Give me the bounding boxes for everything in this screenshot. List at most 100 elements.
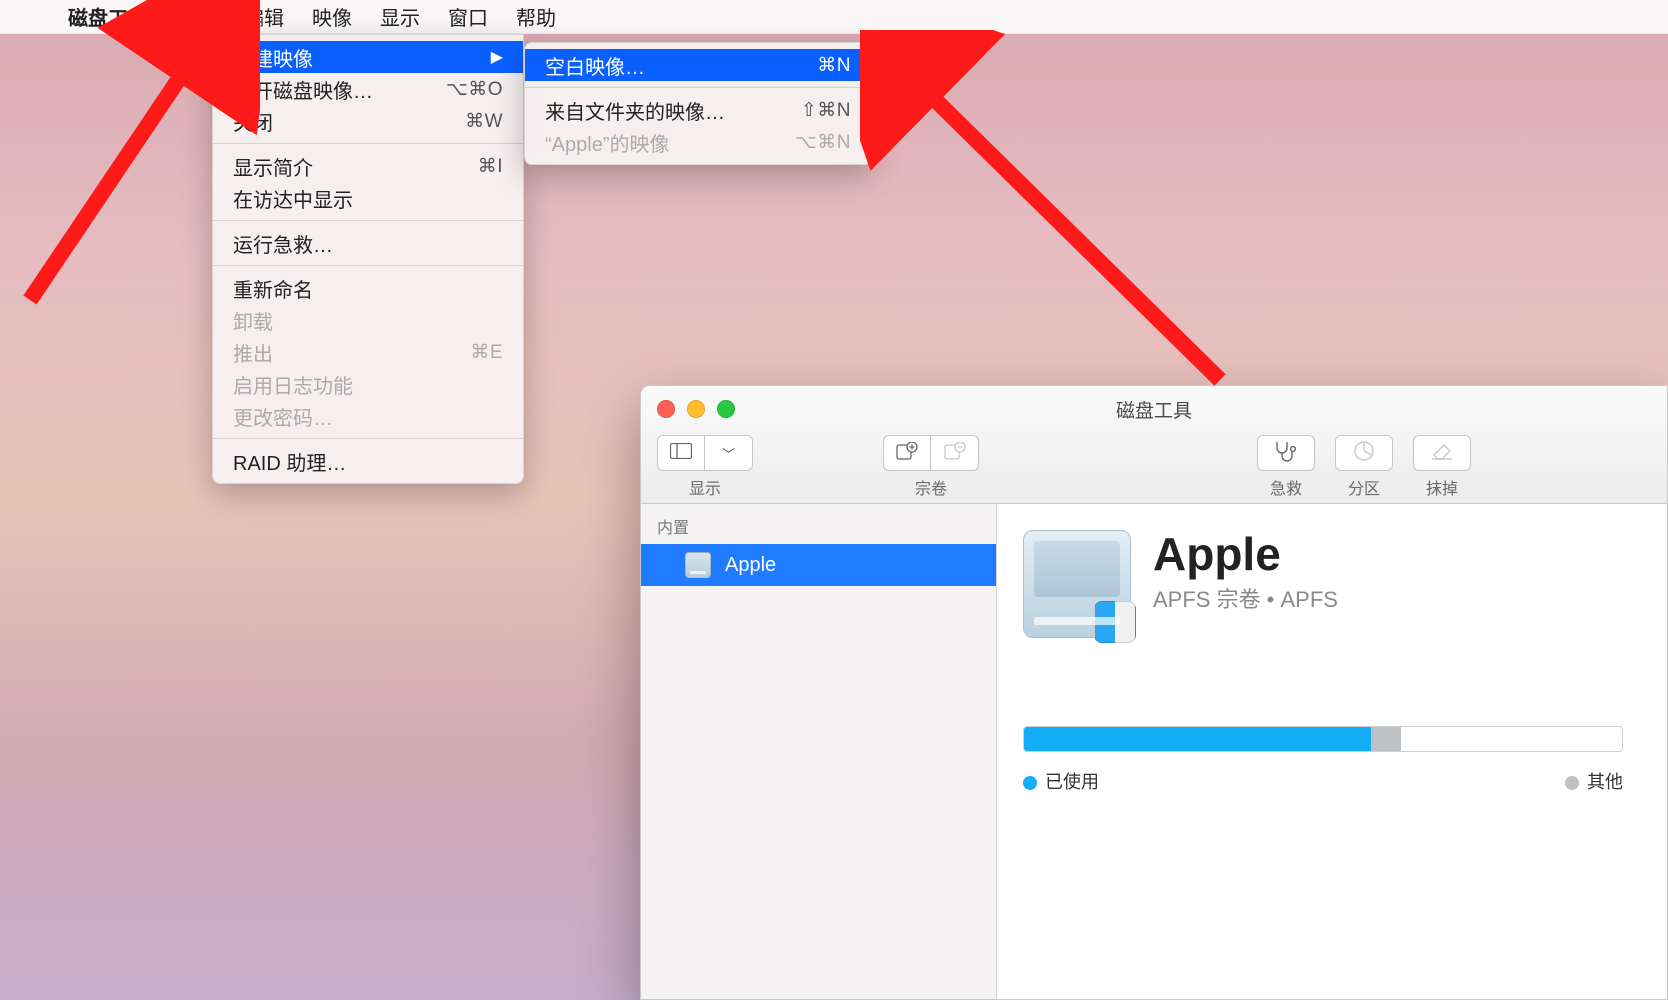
eraser-icon bbox=[1430, 441, 1454, 466]
toolbar-erase-button bbox=[1413, 435, 1471, 471]
menu-item-label: “Apple”的映像 bbox=[545, 128, 669, 157]
menu-item-enable-journaling: 启用日志功能 bbox=[213, 368, 523, 400]
chevron-down-icon: ﹀ bbox=[722, 444, 735, 463]
toolbar-label: 显示 bbox=[689, 475, 721, 499]
disk-utility-window: 磁盘工具 ﹀ 显示 bbox=[640, 385, 1668, 1000]
legend-label: 已使用 bbox=[1045, 772, 1099, 792]
window-toolbar: ﹀ 显示 bbox=[641, 427, 1667, 499]
submenu-item-image-from-apple: “Apple”的映像 ⌥⌘N bbox=[525, 126, 871, 158]
sidebar-item-apple[interactable]: Apple bbox=[641, 544, 996, 586]
window-titlebar: 磁盘工具 ﹀ 显示 bbox=[641, 386, 1667, 504]
usage-bar-used bbox=[1024, 727, 1371, 751]
usage-section: 已使用 其他 bbox=[1023, 726, 1623, 794]
menu-item-shortcut: ⇧⌘N bbox=[801, 99, 851, 122]
usage-bar-other bbox=[1371, 727, 1401, 751]
menu-separator bbox=[525, 87, 871, 88]
sidebar-item-label: Apple bbox=[725, 554, 776, 577]
menu-item-label: 空白映像… bbox=[545, 51, 645, 80]
menu-item-eject: 推出 ⌘E bbox=[213, 336, 523, 368]
menubar: 磁盘工具 文件 编辑 映像 显示 窗口 帮助 bbox=[0, 0, 1668, 34]
menu-item-shortcut: ⌥⌘N bbox=[795, 131, 851, 154]
finder-badge-icon bbox=[1094, 601, 1136, 643]
menu-item-shortcut: ⌘W bbox=[465, 110, 503, 133]
menu-item-shortcut: ⌘E bbox=[470, 341, 503, 364]
menu-item-label: 启用日志功能 bbox=[233, 370, 353, 399]
toolbar-label: 分区 bbox=[1348, 475, 1380, 499]
menu-item-shortcut: ⌘I bbox=[478, 155, 503, 178]
submenu-item-blank-image[interactable]: 空白映像… ⌘N bbox=[525, 49, 871, 81]
menu-item-show-in-finder[interactable]: 在访达中显示 bbox=[213, 182, 523, 214]
menu-separator bbox=[213, 220, 523, 221]
toolbar-group-partition: 分区 bbox=[1335, 435, 1393, 499]
menu-item-unmount: 卸载 bbox=[213, 304, 523, 336]
volume-add-icon bbox=[896, 442, 918, 465]
menu-item-label: 关闭 bbox=[233, 107, 273, 136]
legend-used: 已使用 bbox=[1023, 768, 1099, 794]
toolbar-view-dropdown[interactable]: ﹀ bbox=[705, 435, 753, 471]
menu-item-label: 显示简介 bbox=[233, 152, 313, 181]
volume-header: Apple APFS 宗卷 • APFS bbox=[1023, 530, 1667, 638]
main-pane: Apple APFS 宗卷 • APFS 已使用 其他 bbox=[997, 504, 1667, 999]
usage-bar bbox=[1023, 726, 1623, 752]
hard-disk-icon bbox=[685, 552, 711, 578]
menubar-item-help[interactable]: 帮助 bbox=[502, 0, 570, 33]
sidebar-section-header: 内置 bbox=[641, 504, 996, 544]
volume-name: Apple bbox=[1153, 530, 1338, 578]
toolbar-first-aid-button[interactable] bbox=[1257, 435, 1315, 471]
legend-other: 其他 bbox=[1565, 768, 1623, 794]
menu-item-label: 在访达中显示 bbox=[233, 184, 353, 213]
menu-item-close[interactable]: 关闭 ⌘W bbox=[213, 105, 523, 137]
menu-item-label: 打开磁盘映像… bbox=[233, 75, 373, 104]
menu-item-raid-assistant[interactable]: RAID 助理… bbox=[213, 445, 523, 477]
menu-item-shortcut: ⌘N bbox=[817, 54, 851, 77]
toolbar-group-view: ﹀ 显示 bbox=[657, 435, 753, 499]
toolbar-add-volume-button[interactable] bbox=[883, 435, 931, 471]
menu-item-label: 重新命名 bbox=[233, 274, 313, 303]
menu-item-label: 更改密码… bbox=[233, 402, 333, 431]
chevron-right-icon: ▶ bbox=[491, 47, 503, 67]
menubar-item-edit[interactable]: 编辑 bbox=[230, 0, 298, 33]
menu-separator bbox=[213, 143, 523, 144]
menu-item-label: 推出 bbox=[233, 338, 273, 367]
window-body: 内置 Apple Apple APFS 宗卷 • APFS bbox=[641, 504, 1667, 999]
usage-legend: 已使用 其他 bbox=[1023, 768, 1623, 794]
menubar-item-file[interactable]: 文件 bbox=[162, 0, 230, 33]
toolbar-label: 急救 bbox=[1270, 475, 1302, 499]
stethoscope-icon bbox=[1273, 440, 1299, 467]
menu-item-get-info[interactable]: 显示简介 ⌘I bbox=[213, 150, 523, 182]
menu-item-run-first-aid[interactable]: 运行急救… bbox=[213, 227, 523, 259]
sidebar-icon bbox=[670, 443, 692, 464]
menu-item-shortcut: ⌥⌘O bbox=[446, 78, 503, 101]
menu-item-label: 运行急救… bbox=[233, 229, 333, 258]
toolbar-label: 抹掉 bbox=[1426, 475, 1458, 499]
menubar-app-name[interactable]: 磁盘工具 bbox=[54, 0, 162, 33]
hard-disk-large-icon bbox=[1023, 530, 1131, 638]
menu-item-new-image[interactable]: 新建映像 ▶ bbox=[213, 41, 523, 73]
menu-item-rename[interactable]: 重新命名 bbox=[213, 272, 523, 304]
toolbar-partition-button bbox=[1335, 435, 1393, 471]
menubar-item-image[interactable]: 映像 bbox=[298, 0, 366, 33]
legend-label: 其他 bbox=[1587, 772, 1623, 792]
menu-item-change-password: 更改密码… bbox=[213, 400, 523, 432]
menu-item-label: 卸载 bbox=[233, 306, 273, 335]
volume-subtitle: APFS 宗卷 • APFS bbox=[1153, 582, 1338, 614]
menu-separator bbox=[213, 265, 523, 266]
menu-item-open-disk-image[interactable]: 打开磁盘映像… ⌥⌘O bbox=[213, 73, 523, 105]
window-title: 磁盘工具 bbox=[641, 396, 1667, 423]
volume-remove-icon bbox=[944, 442, 966, 465]
new-image-submenu: 空白映像… ⌘N 来自文件夹的映像… ⇧⌘N “Apple”的映像 ⌥⌘N bbox=[524, 42, 872, 165]
menu-item-label: 新建映像 bbox=[233, 43, 313, 72]
legend-dot-icon bbox=[1023, 776, 1037, 790]
menubar-item-window[interactable]: 窗口 bbox=[434, 0, 502, 33]
pie-chart-icon bbox=[1353, 440, 1375, 467]
toolbar-sidebar-button[interactable] bbox=[657, 435, 705, 471]
toolbar-group-erase: 抹掉 bbox=[1413, 435, 1471, 499]
toolbar-group-volume: 宗卷 bbox=[883, 435, 979, 499]
menubar-item-view[interactable]: 显示 bbox=[366, 0, 434, 33]
menu-item-label: 来自文件夹的映像… bbox=[545, 96, 725, 125]
toolbar-remove-volume-button bbox=[931, 435, 979, 471]
submenu-item-image-from-folder[interactable]: 来自文件夹的映像… ⇧⌘N bbox=[525, 94, 871, 126]
file-menu-dropdown: 新建映像 ▶ 打开磁盘映像… ⌥⌘O 关闭 ⌘W 显示简介 ⌘I 在访达中显示 … bbox=[212, 34, 524, 484]
legend-dot-icon bbox=[1565, 776, 1579, 790]
toolbar-group-first-aid: 急救 bbox=[1257, 435, 1315, 499]
